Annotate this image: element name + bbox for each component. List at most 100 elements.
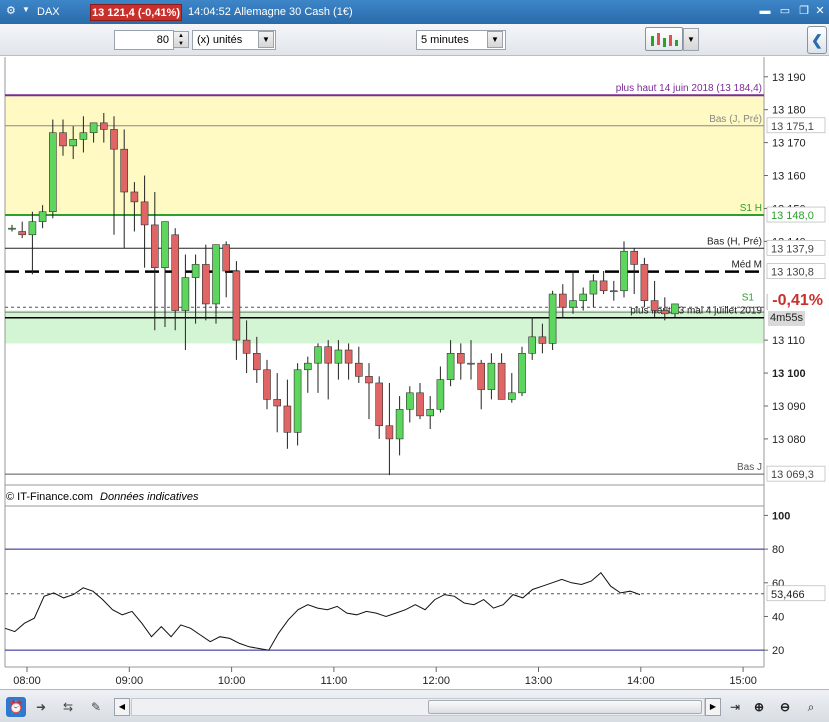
arrow-right-icon[interactable]: ➜	[31, 697, 51, 717]
time-tick-label: 14:00	[627, 675, 655, 687]
candle-body	[477, 362, 486, 390]
candle-body	[59, 132, 67, 147]
gear-icon[interactable]: ⚙	[6, 4, 16, 17]
time-tick-label: 15:00	[729, 675, 757, 687]
candle-body	[140, 201, 149, 226]
panel-toggle-button[interactable]: ❮	[807, 26, 827, 54]
candle-body	[416, 392, 424, 417]
candle-body	[263, 369, 271, 400]
candle-body	[18, 231, 27, 236]
drawing-tool-icon[interactable]: ✎	[86, 697, 106, 717]
candle-body	[48, 132, 57, 213]
candle-body	[385, 425, 394, 440]
alarm-clock-icon[interactable]: ⏰	[6, 697, 26, 717]
candle-body	[467, 362, 475, 365]
candle-body	[232, 270, 241, 341]
candle-body	[660, 310, 669, 315]
indicators-button[interactable]	[645, 27, 683, 51]
candle-body	[671, 303, 679, 315]
candle-body	[171, 234, 179, 311]
price-badge: 13 121,4 (-0,41%)	[90, 4, 182, 21]
candle-body	[538, 336, 547, 344]
candle-body	[558, 293, 567, 308]
toolbar: 80 ▲ ▼ (x) unités ▼ 5 minutes ▼ ▼ ❮	[0, 24, 829, 56]
candle-body	[518, 353, 526, 394]
symbol-label[interactable]: DAX	[37, 6, 60, 18]
annotation-label: plus hauts 3 mai 4 juillet 2019	[630, 305, 762, 316]
title-bar: ⚙ ▼ DAX 13 121,4 (-0,41%) 14:04:52 Allem…	[0, 0, 829, 24]
candle-body	[640, 264, 649, 301]
chevron-down-icon[interactable]: ▼	[258, 31, 274, 48]
osc-tick-label: 80	[772, 544, 784, 556]
candle-body	[334, 349, 343, 364]
candle-body	[507, 392, 516, 400]
s1-label: S1	[742, 293, 755, 304]
units-stepper[interactable]: ▲ ▼	[173, 31, 189, 48]
arrows-icon[interactable]: ⇆	[58, 697, 78, 717]
osc-tick-label: 100	[772, 510, 790, 522]
minimize-icon[interactable]: ▬	[758, 5, 772, 18]
indicators-icon	[651, 33, 678, 47]
candle-body	[426, 408, 435, 417]
candle-body	[222, 244, 230, 272]
chevron-down-icon[interactable]: ▼	[683, 28, 699, 51]
candle-body	[354, 362, 363, 377]
units-input[interactable]: 80	[114, 30, 174, 50]
scroll-end-icon[interactable]: ⇥	[725, 697, 745, 717]
level-label: Méd M	[731, 260, 762, 271]
candle-body	[212, 244, 220, 305]
candle-body	[202, 264, 210, 305]
candle-body	[293, 369, 302, 433]
chevron-down-icon[interactable]: ▼	[22, 5, 30, 14]
zoom-out-icon[interactable]: ⊖	[775, 697, 795, 717]
candle-body	[273, 399, 282, 407]
time-tick-label: 11:00	[321, 675, 348, 687]
chart-svg[interactable]: plus haut 14 juin 2018 (13 184,4) Bas (J,…	[0, 57, 829, 689]
maximize-icon[interactable]: ▭	[778, 5, 792, 18]
bottom-bar: ⏰ ➜ ⇆ ✎ ◀ ▶ ⇥ ⊕ ⊖ ⌕	[0, 689, 829, 722]
candle-body	[100, 122, 108, 130]
candle-body	[456, 353, 465, 364]
level-label: Bas (J, Pré)	[709, 114, 762, 125]
price-level-tag: 13 175,1	[771, 121, 814, 133]
restore-icon[interactable]: ❐	[797, 5, 811, 18]
candle-body	[151, 224, 159, 269]
zoom-fit-icon[interactable]: ⌕	[801, 697, 821, 717]
time-tick-label: 12:00	[422, 675, 450, 687]
close-icon[interactable]: ✕	[813, 5, 827, 18]
price-tick-label: 13 080	[772, 434, 806, 446]
candle-body	[548, 293, 557, 344]
price-level-tag: 13 130,8	[771, 267, 814, 279]
candle-body	[28, 221, 37, 236]
candle-body	[253, 353, 261, 371]
scroll-left-icon[interactable]: ◀	[114, 698, 130, 716]
time-tick-label: 09:00	[116, 675, 144, 687]
price-tick-label: 13 160	[772, 171, 806, 183]
level-label: plus haut 14 juin 2018 (13 184,4)	[616, 83, 762, 94]
clock-time: 14:04:52	[188, 6, 231, 18]
candle-body	[191, 264, 200, 278]
zoom-in-icon[interactable]: ⊕	[749, 697, 769, 717]
candle-body	[69, 139, 77, 147]
price-tick-label: 13 100	[772, 368, 806, 380]
horizontal-scrollbar[interactable]	[131, 698, 705, 716]
candle-body	[314, 346, 322, 364]
candle-body	[120, 148, 128, 193]
candle-body	[620, 250, 628, 292]
scroll-right-icon[interactable]: ▶	[705, 698, 721, 716]
candle-body	[365, 376, 373, 384]
candle-body	[436, 379, 445, 410]
candle-body	[569, 300, 577, 308]
candle-body	[579, 293, 588, 301]
chart-area[interactable]: plus haut 14 juin 2018 (13 184,4) Bas (J,…	[0, 57, 829, 689]
candle-body	[375, 382, 384, 427]
time-tick-label: 08:00	[13, 675, 41, 687]
price-tick-label: 13 110	[772, 335, 805, 347]
chevron-down-icon[interactable]: ▼	[487, 31, 503, 48]
candle-body	[405, 392, 414, 410]
time-tick-label: 10:00	[218, 675, 246, 687]
price-tick-label: 13 190	[772, 72, 806, 84]
scrollbar-thumb[interactable]	[428, 700, 702, 714]
candle-countdown: 4m55s	[768, 311, 805, 326]
source-label: © IT-Finance.com	[6, 491, 93, 503]
